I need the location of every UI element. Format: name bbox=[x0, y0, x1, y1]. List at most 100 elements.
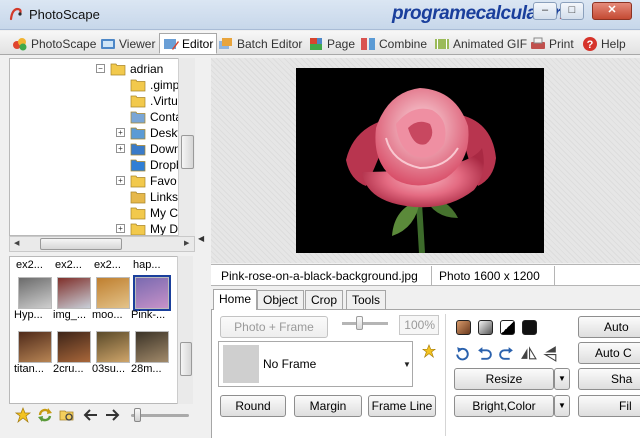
collapse-icon[interactable]: − bbox=[96, 64, 105, 73]
thumbnail-image bbox=[135, 331, 169, 363]
thumbnail-label[interactable]: hap... bbox=[133, 259, 177, 271]
help-icon: ? bbox=[583, 36, 597, 51]
tab-page-label: Page bbox=[327, 36, 356, 51]
thumbnail-item[interactable]: Hyp... bbox=[14, 277, 56, 321]
expand-icon[interactable]: + bbox=[116, 144, 125, 153]
sepia-swatch-icon[interactable] bbox=[456, 320, 471, 335]
rotate-left-icon[interactable] bbox=[454, 345, 471, 362]
refresh-icon[interactable] bbox=[37, 407, 53, 423]
combine-icon bbox=[361, 37, 375, 50]
black-white-swatch-icon[interactable] bbox=[500, 320, 515, 335]
rotate-right-icon[interactable] bbox=[498, 345, 515, 362]
panel-divider bbox=[445, 314, 446, 436]
downloads-folder-icon bbox=[130, 143, 146, 155]
back-arrow-icon[interactable] bbox=[83, 407, 99, 423]
photo-preview[interactable] bbox=[296, 68, 544, 253]
favorite-star-icon[interactable] bbox=[15, 407, 31, 423]
tab-animated-gif-label: Animated GIF bbox=[453, 36, 528, 51]
folder-open-icon[interactable] bbox=[59, 407, 75, 423]
margin-button[interactable]: Margin bbox=[294, 395, 362, 417]
thumbnail-item[interactable]: 28m... bbox=[131, 331, 173, 375]
photo-frame-button[interactable]: Photo + Frame bbox=[220, 316, 328, 338]
chevron-down-icon[interactable]: ▼ bbox=[403, 360, 411, 369]
tab-tools[interactable]: Tools bbox=[346, 290, 387, 309]
thumbnail-size-slider-knob[interactable] bbox=[133, 408, 141, 422]
thumbnail-label[interactable]: ex2... bbox=[55, 259, 99, 271]
tab-home[interactable]: Home bbox=[213, 289, 258, 310]
tree-item-label: Deskt bbox=[150, 125, 181, 140]
editor-tab-bar: Home Object Crop Tools bbox=[211, 289, 640, 310]
forward-arrow-icon[interactable] bbox=[104, 407, 120, 423]
folder-tree-horizontal-thumb[interactable] bbox=[40, 238, 122, 250]
flip-horizontal-icon[interactable] bbox=[520, 345, 537, 362]
tab-crop[interactable]: Crop bbox=[305, 290, 344, 309]
image-canvas-area[interactable] bbox=[211, 58, 640, 263]
thumbnail-size-slider[interactable] bbox=[131, 408, 189, 422]
tab-batch-editor-label: Batch Editor bbox=[237, 36, 303, 51]
bright-color-dropdown-arrow-icon[interactable]: ▼ bbox=[554, 395, 570, 417]
contacts-folder-icon bbox=[130, 111, 146, 123]
tab-animated-gif[interactable]: Animated GIF bbox=[430, 33, 531, 54]
scroll-right-arrow-icon[interactable]: ▶ bbox=[184, 239, 189, 247]
folder-icon bbox=[130, 79, 146, 91]
expand-icon[interactable]: + bbox=[116, 176, 125, 185]
minimize-button[interactable]: – bbox=[533, 2, 557, 20]
tab-editor[interactable]: Editor bbox=[159, 33, 218, 54]
frame-select[interactable]: No Frame ▼ bbox=[218, 341, 413, 387]
thumbnail-item[interactable]: titan... bbox=[14, 331, 56, 375]
negative-swatch-icon[interactable] bbox=[522, 320, 537, 335]
tab-viewer[interactable]: Viewer bbox=[96, 33, 159, 54]
tab-print-label: Print bbox=[549, 36, 574, 51]
flip-vertical-icon[interactable] bbox=[542, 345, 559, 362]
favorite-frame-star-icon[interactable] bbox=[422, 344, 436, 358]
tab-print[interactable]: Print bbox=[526, 33, 578, 54]
photo-status-bar: Pink-rose-on-a-black-background.jpg Phot… bbox=[211, 264, 640, 286]
tab-photoscape[interactable]: PhotoScape bbox=[8, 33, 100, 54]
thumbnail-item[interactable]: 2cru... bbox=[53, 331, 95, 375]
thumbnail-image bbox=[96, 277, 130, 309]
thumbnail-label[interactable]: ex2... bbox=[16, 259, 60, 271]
bright-color-button[interactable]: Bright,Color bbox=[454, 395, 554, 417]
zoom-percent-field[interactable]: 100% bbox=[399, 315, 439, 335]
grayscale-swatch-icon[interactable] bbox=[478, 320, 493, 335]
tab-help[interactable]: ? Help bbox=[578, 33, 630, 54]
tab-object[interactable]: Object bbox=[257, 290, 304, 309]
tab-viewer-label: Viewer bbox=[119, 36, 156, 51]
close-button[interactable]: ✕ bbox=[592, 2, 632, 20]
thumbnail-label[interactable]: ex2... bbox=[94, 259, 138, 271]
thumbnail-item[interactable]: img_... bbox=[53, 277, 95, 321]
filter-button[interactable]: Fil bbox=[578, 395, 640, 417]
thumbnail-scroll-thumb[interactable] bbox=[180, 342, 192, 376]
expand-icon[interactable]: + bbox=[116, 128, 125, 137]
thumbnail-item[interactable]: Pink-... bbox=[131, 275, 173, 321]
resize-button[interactable]: Resize bbox=[454, 368, 554, 390]
zoom-slider[interactable] bbox=[342, 316, 388, 330]
frame-line-button[interactable]: Frame Line bbox=[368, 395, 436, 417]
expand-icon[interactable]: + bbox=[116, 224, 125, 233]
round-button[interactable]: Round bbox=[220, 395, 286, 417]
tab-page[interactable]: Page bbox=[304, 33, 359, 54]
folder-tree-vertical-scrollbar[interactable] bbox=[178, 58, 195, 236]
sharpen-button[interactable]: Sha bbox=[578, 368, 640, 390]
undo-rotate-icon[interactable] bbox=[476, 345, 493, 362]
window-title: PhotoScape bbox=[29, 7, 100, 22]
tree-item-label: Favo bbox=[150, 173, 177, 188]
thumbnail-item[interactable]: 03su... bbox=[92, 331, 134, 375]
thumbnail-image bbox=[57, 277, 91, 309]
collapse-panel-arrow-icon[interactable]: ◀ bbox=[198, 234, 204, 243]
zoom-slider-knob[interactable] bbox=[355, 316, 363, 330]
thumbnail-vertical-scrollbar[interactable] bbox=[177, 256, 193, 404]
auto-level-button[interactable]: Auto bbox=[578, 316, 640, 338]
thumbnail-item[interactable]: moo... bbox=[92, 277, 134, 321]
tree-item-label: Down bbox=[150, 141, 181, 156]
scroll-left-arrow-icon[interactable]: ◀ bbox=[14, 239, 19, 247]
maximize-button[interactable]: □ bbox=[560, 2, 584, 20]
folder-tree-horizontal-scrollbar[interactable]: ◀ ▶ bbox=[9, 236, 195, 252]
tab-combine[interactable]: Combine bbox=[356, 33, 431, 54]
folder-tree-scroll-thumb[interactable] bbox=[181, 135, 194, 169]
auto-contrast-button[interactable]: Auto C bbox=[578, 342, 640, 364]
resize-dropdown-arrow-icon[interactable]: ▼ bbox=[554, 368, 570, 390]
tab-batch-editor[interactable]: Batch Editor bbox=[214, 33, 306, 54]
panel-splitter[interactable]: ◀ bbox=[198, 56, 210, 438]
page-icon bbox=[310, 37, 322, 50]
